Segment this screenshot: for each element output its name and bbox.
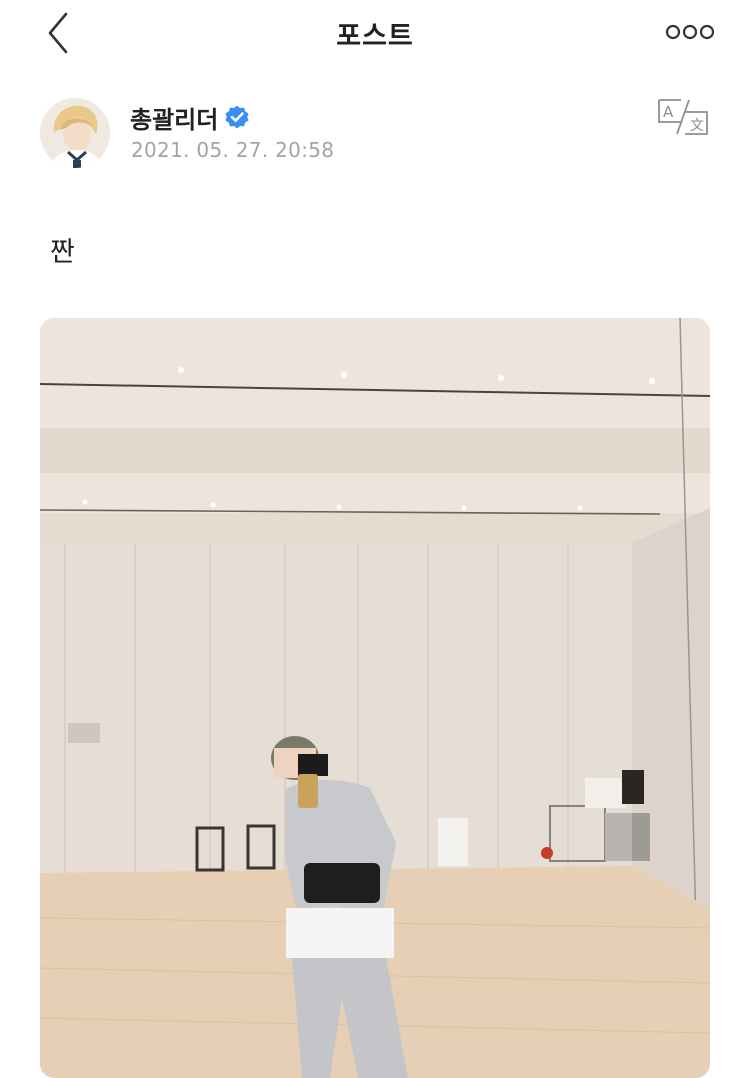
- avatar-image: [40, 98, 110, 168]
- post-photo[interactable]: [40, 318, 710, 1078]
- svg-text:A: A: [663, 103, 674, 121]
- post-timestamp: 2021. 05. 27. 20:58: [131, 138, 335, 162]
- post-text: 짠: [50, 237, 75, 268]
- author-avatar[interactable]: [40, 98, 110, 168]
- dance-studio-photo: [40, 318, 710, 1078]
- svg-text:文: 文: [690, 118, 704, 134]
- more-options-button[interactable]: [660, 18, 720, 46]
- post-author-row: 총괄리더 2021. 05. 27. 20:58 A 文: [40, 98, 710, 174]
- top-bar: 포스트: [0, 0, 750, 66]
- author-name-row: 총괄리더: [130, 100, 250, 134]
- translate-icon: A 文: [658, 99, 708, 135]
- verified-badge-icon: [225, 105, 249, 129]
- page-title: 포스트: [336, 21, 414, 52]
- translate-button[interactable]: A 文: [656, 98, 710, 136]
- more-horizontal-icon: [665, 24, 715, 40]
- author-name[interactable]: 총괄리더: [130, 100, 218, 135]
